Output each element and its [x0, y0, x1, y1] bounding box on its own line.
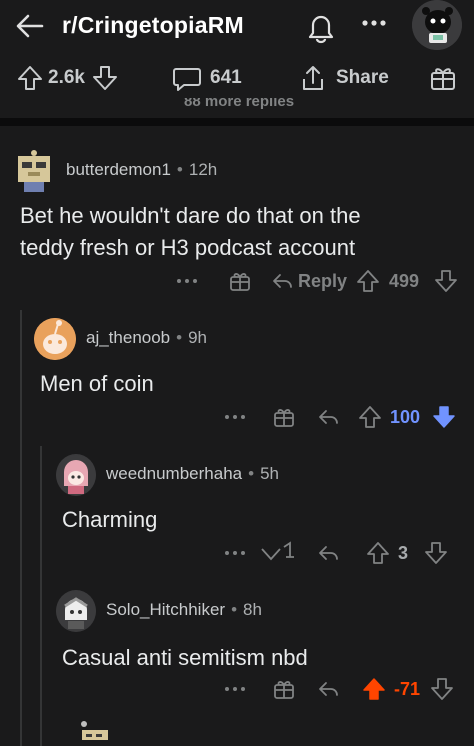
comment-bubble-icon — [173, 68, 201, 91]
comment-header: weednumberhaha • 5h — [106, 464, 279, 484]
reply-label: Reply — [298, 270, 348, 291]
post-award-button[interactable] — [428, 58, 458, 98]
more-options-icon[interactable] — [224, 674, 246, 704]
more-replies-link[interactable]: 88 more replies — [184, 98, 294, 112]
comment-action-bar: Reply 499 — [0, 266, 474, 296]
comment-text-line: Men of coin — [40, 371, 154, 396]
separator-dot: • — [176, 160, 183, 179]
reply-button[interactable]: Reply — [270, 266, 347, 296]
downvote-icon[interactable] — [91, 64, 119, 92]
comment-score: 499 — [389, 270, 420, 291]
back-arrow-icon[interactable] — [14, 10, 46, 42]
gift-icon[interactable] — [272, 402, 296, 432]
reply-icon[interactable] — [316, 674, 340, 704]
comment-text-line: Charming — [62, 507, 158, 532]
comment-body: Bet he wouldn't dare do that on the tedd… — [20, 200, 460, 264]
reply-icon[interactable] — [316, 538, 340, 568]
post-vote-group: 2.6k — [16, 58, 119, 98]
more-icon[interactable] — [358, 10, 390, 36]
comment-text-line: Bet he wouldn't dare do that on the — [20, 203, 361, 228]
top-bar: r/CringetopiaRM — [0, 0, 474, 56]
comment-score: -71 — [394, 678, 421, 699]
more-options-icon[interactable] — [176, 266, 198, 296]
comment-username[interactable]: Solo_Hitchhiker — [106, 600, 225, 620]
downvote-icon[interactable] — [434, 266, 458, 296]
more-options-icon[interactable] — [224, 538, 246, 568]
more-options-icon[interactable] — [224, 402, 246, 432]
comment-username[interactable]: butterdemon1 — [66, 160, 171, 180]
separator-dot: • — [176, 328, 183, 347]
avatar[interactable] — [56, 590, 96, 632]
comment-text-line: teddy fresh or H3 podcast account — [20, 235, 356, 260]
gift-icon[interactable] — [228, 266, 252, 296]
subreddit-title[interactable]: r/CringetopiaRM — [62, 12, 244, 39]
post-comment-count: 641 — [210, 67, 242, 88]
reply-icon — [273, 274, 292, 288]
comment-body: Charming — [62, 504, 462, 536]
gift-icon — [431, 68, 455, 90]
comment-text-line: Casual anti semitism nbd — [62, 645, 308, 670]
comment-body: Men of coin — [40, 368, 460, 400]
post-share-button[interactable]: Share — [298, 58, 389, 98]
avatar[interactable] — [76, 716, 112, 746]
comment-body: Casual anti semitism nbd — [62, 642, 462, 674]
section-divider — [0, 118, 474, 126]
comment-age: 12h — [188, 160, 218, 179]
comment-action-bar: -71 — [0, 674, 474, 704]
user-avatar[interactable] — [412, 0, 462, 50]
upvote-icon[interactable] — [366, 538, 390, 568]
reply-icon[interactable] — [316, 402, 340, 432]
upvote-icon[interactable] — [16, 64, 44, 92]
comment-age: 9h — [188, 328, 208, 347]
downvote-icon[interactable] — [430, 674, 454, 704]
comment-header: aj_thenoob • 9h — [86, 328, 207, 348]
separator-dot: • — [248, 464, 255, 483]
comment-action-bar: 100 — [0, 402, 474, 432]
comment-age: 8h — [243, 600, 262, 619]
post-action-bar: 2.6k 641 Share — [0, 58, 474, 98]
comment-username[interactable]: weednumberhaha — [106, 464, 242, 484]
post-comments-button[interactable]: 641 — [172, 58, 242, 98]
post-score: 2.6k — [48, 67, 85, 88]
share-label: Share — [336, 67, 389, 88]
comment-action-bar: 3 — [0, 538, 474, 568]
comment-score: 3 — [398, 542, 409, 563]
comment-age: 5h — [260, 464, 279, 483]
avatar[interactable] — [14, 150, 54, 192]
comment-header: Solo_Hitchhiker • 8h — [106, 600, 262, 620]
gift-icon[interactable] — [272, 674, 296, 704]
avatar[interactable] — [56, 454, 96, 496]
upvote-icon[interactable] — [358, 402, 382, 432]
share-icon — [303, 66, 323, 90]
downvote-icon-active[interactable] — [432, 402, 456, 432]
upvote-icon-active[interactable] — [362, 674, 386, 704]
bell-icon[interactable] — [304, 10, 338, 44]
separator-dot: • — [231, 600, 238, 619]
upvote-icon[interactable] — [356, 266, 380, 296]
downvote-icon[interactable] — [424, 538, 448, 568]
comment-header: butterdemon1 • 12h — [66, 160, 217, 180]
comment-username[interactable]: aj_thenoob — [86, 328, 170, 348]
comment-score: 100 — [390, 406, 421, 427]
avatar[interactable] — [34, 318, 76, 360]
collapse-chevron-icon[interactable] — [258, 538, 298, 568]
